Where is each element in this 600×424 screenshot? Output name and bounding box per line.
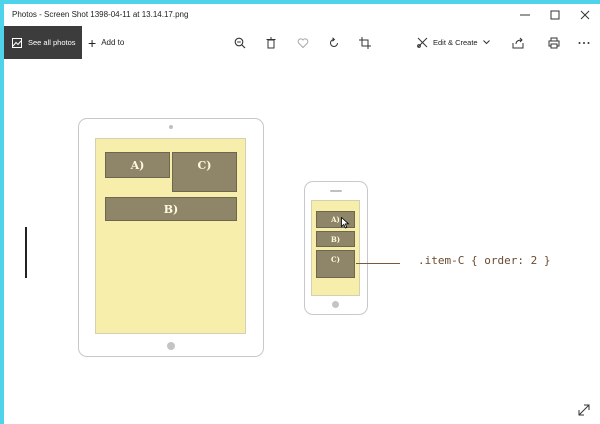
rotate-button[interactable] [325, 34, 343, 52]
zoom-button[interactable] [231, 34, 249, 52]
maximize-button[interactable] [540, 4, 570, 26]
see-all-photos-label: See all photos [28, 38, 76, 47]
phone-block-b: B) [316, 231, 355, 247]
maximize-icon [550, 10, 560, 20]
tablet-camera [169, 125, 173, 129]
phone-home-button [332, 301, 339, 308]
see-all-photos-button[interactable]: See all photos [4, 26, 82, 59]
tablet-home-button [167, 342, 175, 350]
tablet-block-b: B) [105, 197, 237, 221]
phone-speaker [330, 190, 342, 192]
plus-icon: + [88, 34, 97, 51]
annotation-line [356, 263, 400, 264]
photos-icon [12, 37, 22, 48]
favorite-button[interactable] [294, 34, 312, 52]
printer-icon [548, 37, 560, 49]
share-icon [512, 37, 524, 49]
tablet-block-c: C) [172, 152, 237, 192]
edit-create-label: Edit & Create [433, 38, 478, 47]
mouse-cursor-icon [341, 217, 350, 229]
phone-block-c: C) [316, 250, 355, 278]
chevron-down-icon [482, 40, 490, 45]
crop-button[interactable] [356, 34, 374, 52]
add-to-button[interactable]: + Add to [88, 26, 124, 59]
edit-tools-icon [417, 37, 428, 48]
tablet-screen: A) C) B) [95, 138, 246, 334]
delete-button[interactable] [262, 34, 280, 52]
photo-canvas: A) C) B) A) B) C) .item-C { order: 2 } [4, 59, 600, 424]
order-annotation: .item-C { order: 2 } [418, 254, 551, 267]
ellipsis-icon [578, 42, 590, 44]
fullscreen-expand-icon[interactable] [576, 402, 592, 418]
photos-window: Photos - Screen Shot 1398-04-11 at 13.14… [4, 4, 600, 424]
heart-icon [297, 38, 309, 49]
window-title: Photos - Screen Shot 1398-04-11 at 13.14… [12, 10, 189, 19]
more-options-button[interactable] [575, 34, 593, 52]
toolbar: See all photos + Add to Edit & Create [4, 26, 600, 59]
crop-icon [359, 37, 371, 49]
add-to-label: Add to [101, 38, 125, 47]
edit-create-button[interactable]: Edit & Create [417, 26, 490, 59]
tablet-illustration: A) C) B) [78, 118, 264, 357]
previous-photo-handle[interactable] [25, 227, 27, 278]
trash-icon [266, 37, 276, 49]
title-bar: Photos - Screen Shot 1398-04-11 at 13.14… [4, 4, 600, 26]
share-button[interactable] [509, 34, 527, 52]
phone-screen: A) B) C) [311, 200, 360, 296]
minimize-button[interactable] [510, 4, 540, 26]
phone-illustration: A) B) C) [304, 181, 368, 315]
zoom-icon [234, 37, 246, 49]
print-button[interactable] [545, 34, 563, 52]
tablet-block-a: A) [105, 152, 170, 178]
close-icon [580, 10, 590, 20]
minimize-icon [520, 14, 530, 16]
rotate-icon [330, 37, 338, 47]
close-button[interactable] [570, 4, 600, 26]
